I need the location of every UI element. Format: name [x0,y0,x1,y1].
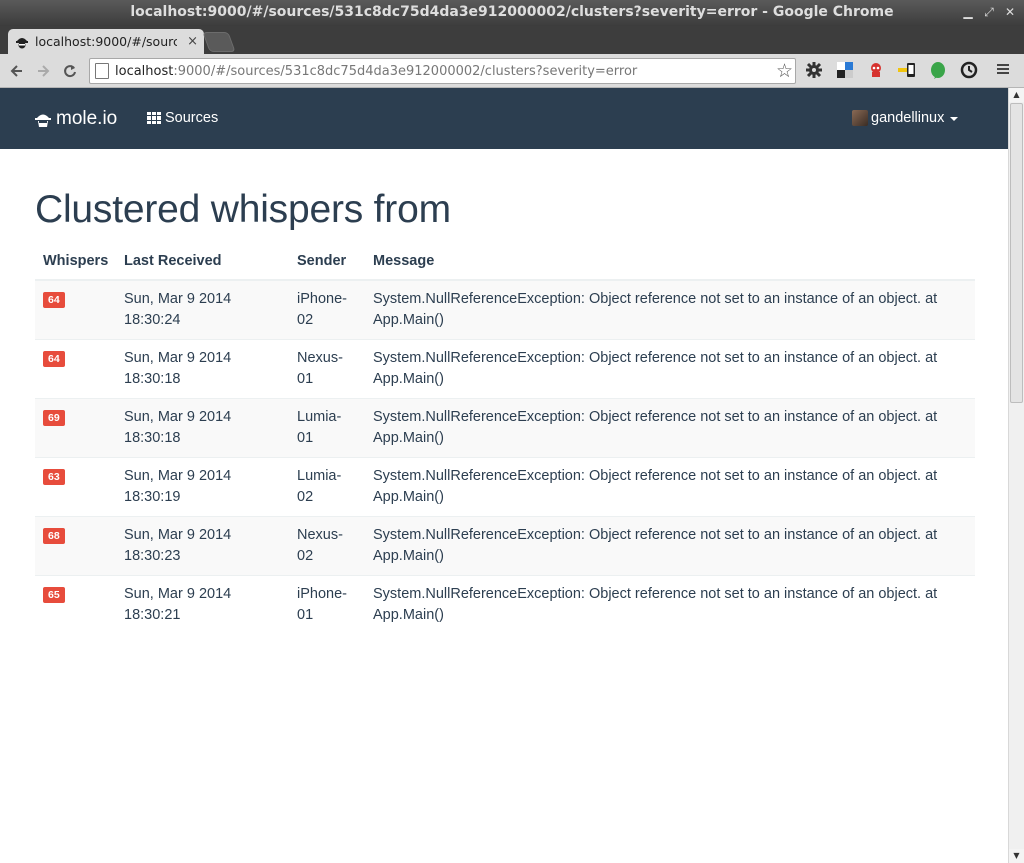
red-extension-icon[interactable] [866,61,886,81]
sender-cell: Nexus-02 [289,516,365,576]
last-received-cell: Sun, Mar 9 2014 18:30:23 [116,516,289,576]
sync-extension-icon[interactable] [959,61,979,81]
page-viewport: mole.io Sources gandellinux Clustered wh… [0,88,1008,863]
minimize-icon[interactable]: ▁ [962,5,974,19]
count-badge: 68 [43,528,65,544]
column-header-sender: Sender [289,248,365,281]
window-title: localhost:9000/#/sources/531c8dc75d4da3e… [130,4,894,20]
last-received-cell: Sun, Mar 9 2014 18:30:18 [116,339,289,399]
sender-cell: iPhone-02 [289,279,365,340]
column-header-last-received: Last Received [116,248,289,281]
column-header-message: Message [365,248,975,281]
whispers-cell: 69 [35,398,116,458]
url-path: :9000/#/sources/531c8dc75d4da3e912000002… [173,63,638,79]
table-row[interactable]: 63 Sun, Mar 9 2014 18:30:19 Lumia-02 Sys… [35,457,975,517]
evernote-extension-icon[interactable] [928,61,948,81]
count-badge: 64 [43,292,65,308]
address-bar[interactable]: localhost:9000/#/sources/531c8dc75d4da3e… [89,58,796,84]
message-cell: System.NullReferenceException: Object re… [365,457,975,517]
reload-icon[interactable] [59,60,81,82]
count-badge: 63 [43,469,65,485]
scroll-down-arrow-icon[interactable]: ▼ [1009,849,1024,863]
count-badge: 65 [43,587,65,603]
whispers-cell: 68 [35,516,116,576]
scrollbar-thumb[interactable] [1010,103,1023,403]
page-title: Clustered whispers from [35,188,451,231]
tab-label: localhost:9000/#/sourc [35,34,177,49]
last-received-cell: Sun, Mar 9 2014 18:30:21 [116,575,289,635]
page-icon [95,63,109,79]
app-navbar: mole.io Sources gandellinux [0,88,1008,149]
page-scrollbar[interactable]: ▲ ▼ [1008,88,1024,863]
message-cell: System.NullReferenceException: Object re… [365,516,975,576]
last-received-cell: Sun, Mar 9 2014 18:30:24 [116,279,289,340]
message-cell: System.NullReferenceException: Object re… [365,279,975,340]
maximize-icon[interactable]: ⤢ [983,5,995,19]
window-titlebar: localhost:9000/#/sources/531c8dc75d4da3e… [0,0,1024,26]
table-row[interactable]: 65 Sun, Mar 9 2014 18:30:21 iPhone-01 Sy… [35,575,975,635]
browser-tab[interactable]: localhost:9000/#/sourc × [8,29,204,54]
nav-sources-link[interactable]: Sources [147,110,218,126]
forward-icon[interactable] [32,60,54,82]
table-row[interactable]: 68 Sun, Mar 9 2014 18:30:23 Nexus-02 Sys… [35,516,975,576]
menu-icon[interactable] [993,61,1013,81]
delicious-extension-icon[interactable] [835,61,855,81]
whispers-cell: 64 [35,279,116,340]
count-badge: 64 [43,351,65,367]
url-host: localhost [115,63,174,79]
table-row[interactable]: 64 Sun, Mar 9 2014 18:30:18 Nexus-01 Sys… [35,339,975,399]
url-text: localhost:9000/#/sources/531c8dc75d4da3e… [115,64,637,79]
message-cell: System.NullReferenceException: Object re… [365,339,975,399]
back-icon[interactable] [6,60,28,82]
count-badge: 69 [43,410,65,426]
table-row[interactable]: 69 Sun, Mar 9 2014 18:30:18 Lumia-01 Sys… [35,398,975,458]
scroll-up-arrow-icon[interactable]: ▲ [1009,88,1024,102]
sender-cell: Lumia-01 [289,398,365,458]
mole-logo-icon [35,114,51,127]
whispers-cell: 64 [35,339,116,399]
table-header-row: Whispers Last Received Sender Message [35,248,975,281]
message-cell: System.NullReferenceException: Object re… [365,398,975,458]
last-received-cell: Sun, Mar 9 2014 18:30:19 [116,457,289,517]
close-window-icon[interactable]: ✕ [1004,5,1016,19]
brand-link[interactable]: mole.io [34,108,117,130]
sender-cell: iPhone-01 [289,575,365,635]
caret-down-icon [950,117,959,121]
user-menu-dropdown[interactable]: gandellinux [852,110,959,126]
mole-favicon-icon [16,37,28,48]
table-row[interactable]: 64 Sun, Mar 9 2014 18:30:24 iPhone-02 Sy… [35,279,975,340]
clusters-table: Whispers Last Received Sender Message 64… [35,248,975,635]
tab-strip: localhost:9000/#/sourc × [0,26,1024,54]
sender-cell: Lumia-02 [289,457,365,517]
column-header-whispers: Whispers [35,248,116,281]
message-cell: System.NullReferenceException: Object re… [365,575,975,635]
username: gandellinux [871,110,945,126]
new-tab-button[interactable] [202,32,236,52]
device-extension-icon[interactable] [897,61,917,81]
sender-cell: Nexus-01 [289,339,365,399]
grid-icon [147,112,161,124]
whispers-cell: 65 [35,575,116,635]
brand-name: mole.io [56,108,118,129]
window-controls: ▁ ⤢ ✕ [962,5,1016,19]
tab-close-icon[interactable]: × [187,34,198,49]
bookmark-star-icon[interactable]: ☆ [776,60,793,82]
nav-sources-label: Sources [165,110,219,126]
last-received-cell: Sun, Mar 9 2014 18:30:18 [116,398,289,458]
avatar [852,110,868,126]
whispers-cell: 63 [35,457,116,517]
gear-extension-icon[interactable] [804,61,824,81]
browser-toolbar: localhost:9000/#/sources/531c8dc75d4da3e… [0,54,1024,88]
